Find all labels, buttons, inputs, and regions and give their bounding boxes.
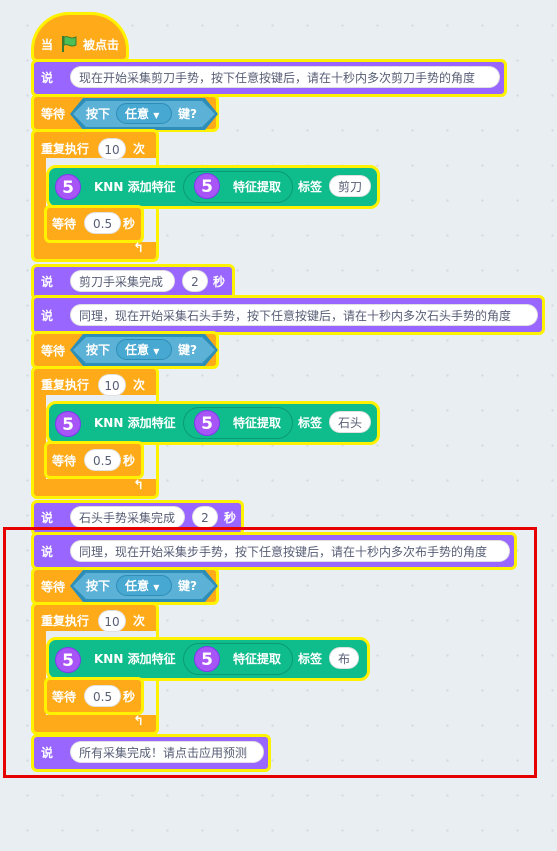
knn-add-label: KNN 添加特征: [94, 180, 176, 194]
say-text-input[interactable]: 剪刀手采集完成: [70, 270, 175, 292]
extension-icon: 5: [194, 410, 220, 436]
key-pressed-label: 按下: [86, 343, 111, 357]
key-pressed-label: 按下: [86, 107, 111, 121]
wait-label: 等待: [41, 107, 66, 121]
knn-add-label: KNN 添加特征: [94, 416, 176, 430]
repeat-times-input[interactable]: 10: [98, 374, 126, 396]
when-label: 当: [41, 38, 54, 52]
say-text-input[interactable]: 同理，现在开始采集石头手势，按下任意按键后，请在十秒内多次石头手势的角度: [70, 304, 538, 326]
wait-label: 等待: [41, 344, 66, 358]
say-seconds-input[interactable]: 2: [182, 270, 208, 292]
extension-icon: 5: [55, 411, 81, 437]
seconds-label: 秒: [123, 454, 136, 468]
extension-icon: 5: [55, 174, 81, 200]
loop-arrow-icon: ↰: [133, 478, 144, 493]
say-seconds-input[interactable]: 2: [192, 506, 218, 528]
key-dropdown-value: 任意: [125, 343, 150, 357]
label-input[interactable]: 石头: [329, 411, 372, 433]
key-dropdown[interactable]: 任意 ▼: [116, 103, 172, 124]
times-label: 次: [133, 378, 146, 392]
key-dropdown-value: 任意: [125, 107, 150, 121]
times-label: 次: [133, 142, 146, 156]
say-label: 说: [41, 511, 54, 525]
repeat-times-input[interactable]: 10: [98, 138, 126, 160]
label-word: 标签: [298, 180, 323, 194]
extension-icon: 5: [194, 173, 220, 199]
say-text-input[interactable]: 现在开始采集剪刀手势，按下任意按键后，请在十秒内多次剪刀手势的角度: [70, 66, 500, 88]
say-label: 说: [41, 309, 54, 323]
when-flag-clicked-block[interactable]: [31, 12, 129, 62]
wait-label: 等待: [52, 217, 77, 231]
repeat-label: 重复执行: [41, 378, 90, 392]
green-flag-icon: [62, 36, 77, 52]
repeat-label: 重复执行: [41, 142, 90, 156]
dropdown-caret-icon: ▼: [153, 347, 160, 356]
wait-seconds-input[interactable]: 0.5: [84, 449, 122, 471]
wait-label: 等待: [52, 454, 77, 468]
say-text-input[interactable]: 石头手势采集完成: [70, 506, 185, 528]
seconds-label: 秒: [123, 217, 136, 231]
key-suffix-label: 键?: [178, 343, 197, 357]
key-suffix-label: 键?: [178, 107, 197, 121]
selection-highlight: [3, 527, 537, 778]
say-label: 说: [41, 275, 54, 289]
dropdown-caret-icon: ▼: [153, 111, 160, 120]
feature-extract-label: 特征提取: [233, 416, 282, 430]
loop-arrow-icon: ↰: [133, 241, 144, 256]
feature-extract-label: 特征提取: [233, 180, 282, 194]
label-input[interactable]: 剪刀: [329, 175, 372, 197]
wait-seconds-input[interactable]: 0.5: [84, 212, 122, 234]
key-dropdown[interactable]: 任意 ▼: [116, 339, 172, 360]
seconds-label: 秒: [213, 275, 226, 289]
clicked-label: 被点击: [83, 38, 120, 52]
label-word: 标签: [298, 416, 323, 430]
seconds-label: 秒: [224, 511, 237, 525]
say-label: 说: [41, 71, 54, 85]
